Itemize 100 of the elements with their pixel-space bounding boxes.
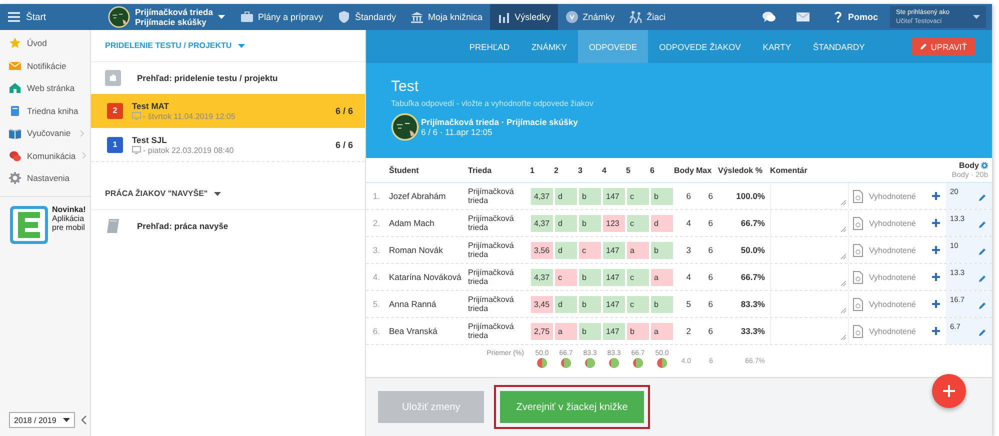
answer-field[interactable]: 123 — [603, 214, 625, 232]
sidebar-item[interactable]: Web stránka — [0, 77, 90, 100]
edit-button[interactable]: UPRAVIŤ — [912, 38, 975, 55]
sidebar-item[interactable]: Komunikácia — [0, 144, 90, 167]
menu-button[interactable]: Štart — [0, 4, 96, 30]
caret-icon — [214, 192, 221, 196]
help-button[interactable]: Pomoc — [820, 11, 890, 23]
answer-field[interactable]: b — [579, 214, 601, 232]
answer-field[interactable]: d — [555, 296, 577, 312]
answer-field[interactable]: 147 — [603, 322, 625, 340]
sidebar-item[interactable]: Triedna kniha — [0, 100, 90, 122]
comment-field[interactable] — [770, 211, 848, 235]
comment-field[interactable] — [770, 184, 848, 208]
nav-tab[interactable]: Známky — [558, 4, 622, 30]
student-name: Adam Mach — [388, 218, 436, 228]
answer-field[interactable]: b — [579, 268, 601, 286]
answer-field[interactable]: c — [627, 214, 649, 232]
pencil-icon[interactable] — [978, 329, 986, 337]
briefcase-icon — [240, 10, 254, 24]
answer-field[interactable]: b — [651, 242, 673, 258]
answer-field[interactable]: c — [627, 296, 649, 312]
column-header: 3 — [578, 166, 584, 174]
answer-field[interactable]: a — [651, 322, 673, 340]
plus-icon[interactable] — [932, 273, 940, 281]
caret-icon — [973, 15, 980, 19]
test-item[interactable]: 1 Test SJL - piatok 22.03.2019 08:40 6 / 6 — [91, 128, 365, 162]
sidebar-item[interactable]: Notifikácie — [0, 54, 90, 77]
menu-label: Štart — [26, 12, 46, 22]
monitor-icon — [132, 112, 141, 120]
pencil-icon[interactable] — [978, 194, 986, 202]
overview-item[interactable]: Prehľad: práca navyše — [91, 209, 365, 242]
nav-tab[interactable]: Štandardy — [330, 4, 404, 30]
gear-icon[interactable] — [981, 162, 988, 169]
answer-field[interactable]: b — [579, 322, 601, 340]
plus-icon[interactable] — [932, 246, 940, 254]
answer-field[interactable]: b — [651, 296, 673, 312]
class-name: Prijímačková trieda — [468, 295, 515, 313]
nav-tab[interactable]: Žiaci — [622, 4, 673, 30]
answer-field[interactable]: d — [651, 214, 673, 232]
test-date: - piatok 22.03.2019 08:40 — [143, 146, 234, 154]
pencil-icon[interactable] — [978, 248, 986, 256]
document-icon — [853, 244, 863, 256]
answer-field[interactable]: b — [651, 188, 673, 204]
answer-field[interactable]: c — [627, 188, 649, 204]
column-header: Body — [959, 161, 979, 170]
mail-icon[interactable] — [796, 12, 810, 22]
plus-icon[interactable] — [932, 219, 940, 227]
plus-icon[interactable] — [932, 300, 940, 308]
body-value: 5 — [685, 299, 692, 309]
answer-field[interactable]: d — [555, 242, 577, 258]
answer-field[interactable]: c — [555, 268, 577, 286]
answer-field[interactable]: 147 — [603, 188, 625, 204]
test-item[interactable]: 2 Test MAT - štvrtok 11.04.2019 12:05 6 / 6 — [91, 94, 365, 128]
status-label: Vyhodnotené — [869, 192, 916, 200]
answer-field[interactable]: 147 — [603, 268, 625, 286]
nav-tab[interactable]: Výsledky — [490, 4, 558, 30]
answer-field[interactable]: 147 — [603, 296, 625, 312]
comment-field[interactable] — [770, 265, 848, 289]
test-date: - štvrtok 11.04.2019 12:05 — [143, 112, 236, 120]
answer-field[interactable]: b — [579, 188, 601, 204]
sidebar-item[interactable]: Nastavenia — [0, 167, 90, 190]
sidebar-item[interactable]: Úvod — [0, 32, 90, 54]
monitor-icon — [132, 146, 141, 154]
answer-field[interactable]: d — [555, 188, 577, 204]
answer-field[interactable]: c — [627, 268, 649, 286]
sidebar-item[interactable]: Vyučovanie — [0, 122, 90, 144]
chat-icon[interactable] — [762, 11, 776, 23]
answer-field[interactable]: 3,45 — [531, 296, 553, 312]
answer-field[interactable]: b — [579, 296, 601, 312]
class-avatar-icon — [108, 6, 130, 28]
answer-field[interactable]: d — [555, 214, 577, 232]
answer-field[interactable]: a — [651, 268, 673, 286]
answer-field[interactable]: a — [627, 242, 649, 258]
answer-field[interactable]: 2,75 — [531, 322, 553, 340]
chevron-left-icon[interactable] — [81, 415, 87, 425]
nav-tab[interactable]: Plány a prípravy — [232, 4, 330, 30]
answer-field[interactable]: b — [627, 322, 649, 340]
pencil-icon[interactable] — [978, 302, 986, 310]
year-select[interactable]: 2018 / 2019 — [9, 412, 75, 428]
comment-field[interactable] — [770, 319, 848, 343]
column-header: 4 — [602, 166, 608, 174]
status-label: Vyhodnotené — [869, 272, 916, 282]
answer-field[interactable]: 147 — [603, 242, 625, 258]
answer-field[interactable]: 4,37 — [531, 214, 553, 232]
plus-icon[interactable] — [932, 327, 940, 335]
plus-icon[interactable] — [932, 192, 940, 200]
answer-field[interactable]: a — [555, 322, 577, 340]
answer-field[interactable]: 3,56 — [531, 242, 553, 258]
student-name: Bea Vranská — [388, 326, 438, 336]
comment-field[interactable] — [770, 238, 848, 262]
answer-field[interactable]: 4,37 — [531, 188, 553, 204]
pencil-icon[interactable] — [978, 221, 986, 229]
promo-title: Novinka! — [52, 204, 86, 214]
answer-field[interactable]: 4,37 — [531, 268, 553, 286]
pencil-icon[interactable] — [978, 275, 986, 283]
section-header[interactable]: PRÁCA ŽIAKOV "NAVYŠE" — [91, 178, 365, 209]
class-switcher[interactable]: Prijímačková trieda Prijímacie skúšky — [96, 4, 233, 30]
comment-field[interactable] — [770, 292, 848, 316]
answer-field[interactable]: c — [579, 242, 601, 258]
nav-tab[interactable]: Moja knižnica — [403, 4, 490, 30]
